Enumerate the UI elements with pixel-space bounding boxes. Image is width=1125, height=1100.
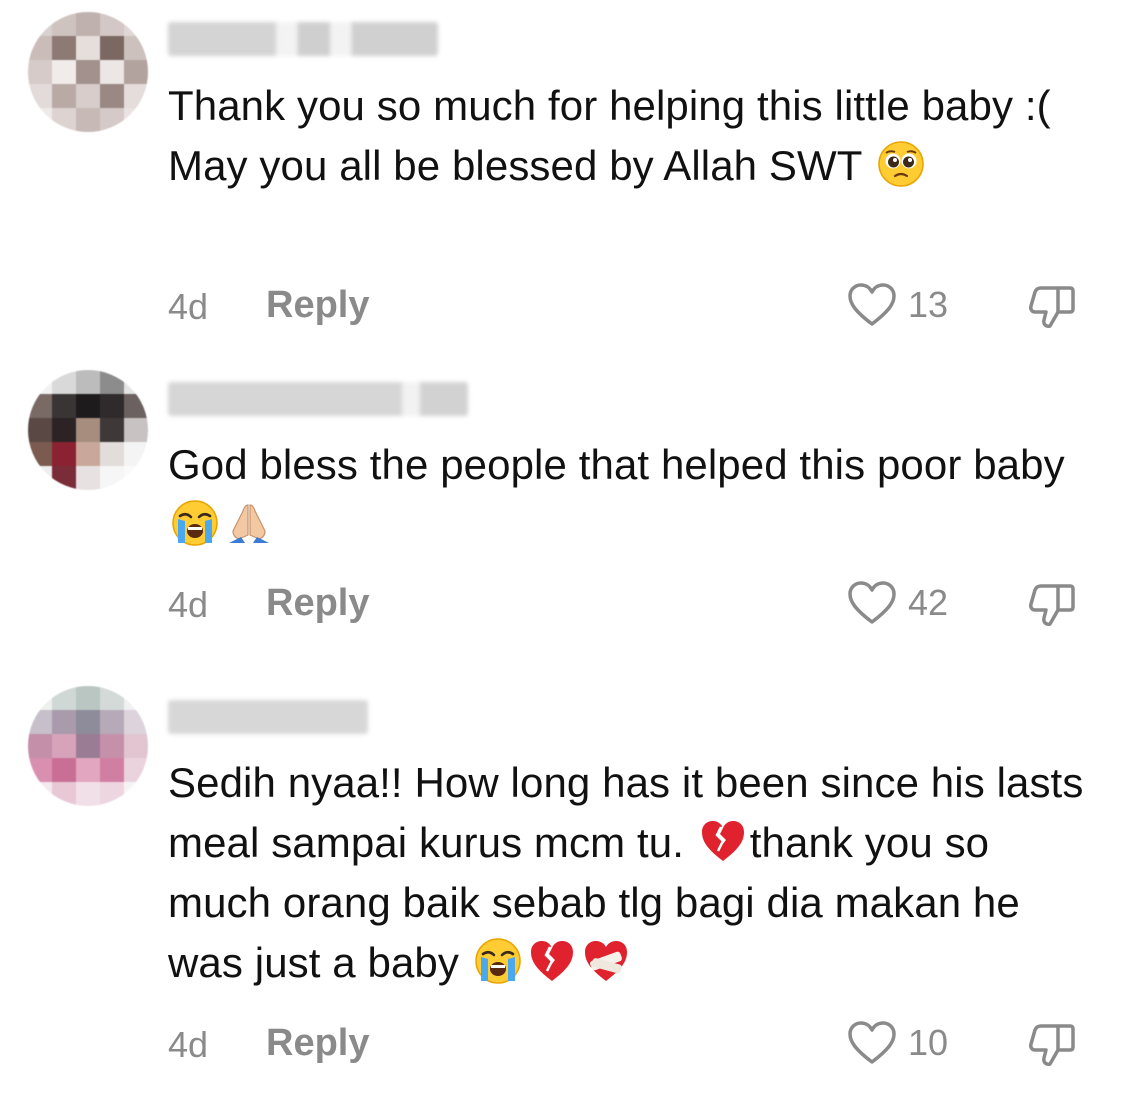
heart-outline-icon: [848, 1021, 896, 1064]
username-redacted[interactable]: [168, 382, 468, 416]
dislike-button[interactable]: [1026, 1020, 1078, 1070]
loudly-crying-face-icon: [171, 499, 219, 547]
username-redacted[interactable]: [168, 22, 438, 56]
broken-heart-icon: [699, 817, 747, 865]
reply-button[interactable]: Reply: [266, 284, 369, 327]
comment-text: God bless the people that helped this po…: [168, 435, 1093, 555]
comment-timestamp: 4d: [168, 286, 209, 327]
reply-button[interactable]: Reply: [266, 1022, 369, 1065]
comment-meta: 4d Reply 42: [168, 578, 1088, 628]
dislike-button[interactable]: [1026, 282, 1078, 332]
thumbs-down-outline-icon: [1029, 584, 1075, 626]
comment-timestamp: 4d: [168, 584, 209, 625]
thumbs-down-outline-icon: [1029, 286, 1075, 328]
comment-1: Thank you so much for helping this littl…: [0, 0, 1125, 360]
pleading-face-icon: [877, 140, 925, 188]
comment-text: Thank you so much for helping this littl…: [168, 76, 1093, 196]
reply-button[interactable]: Reply: [266, 582, 369, 625]
loudly-crying-face-icon: [474, 937, 522, 985]
comment-2: God bless the people that helped this po…: [0, 360, 1125, 680]
dislike-button[interactable]: [1026, 580, 1078, 630]
heart-outline-icon: [848, 581, 896, 624]
avatar[interactable]: [28, 12, 148, 132]
comment-3: Sedih nyaa!! How long has it been since …: [0, 680, 1125, 1100]
thumbs-down-outline-icon: [1029, 1024, 1075, 1066]
broken-heart-icon: [528, 937, 576, 985]
comment-text-part: God bless the people that helped this po…: [168, 441, 1065, 488]
comment-timestamp: 4d: [168, 1024, 209, 1065]
folded-hands-icon: [225, 499, 273, 547]
like-button[interactable]: 42: [846, 580, 948, 626]
avatar[interactable]: [28, 370, 148, 490]
avatar[interactable]: [28, 686, 148, 806]
like-button[interactable]: 13: [846, 282, 948, 328]
mending-heart-icon: [582, 937, 630, 985]
comment-meta: 4d Reply 13: [168, 280, 1088, 330]
like-count: 13: [908, 284, 949, 325]
like-button[interactable]: 10: [846, 1020, 948, 1066]
like-count: 10: [908, 1022, 949, 1063]
comment-text: Sedih nyaa!! How long has it been since …: [168, 753, 1093, 993]
like-count: 42: [908, 582, 949, 623]
heart-outline-icon: [848, 283, 896, 326]
comment-meta: 4d Reply 10: [168, 1018, 1088, 1068]
username-redacted[interactable]: [168, 700, 368, 734]
